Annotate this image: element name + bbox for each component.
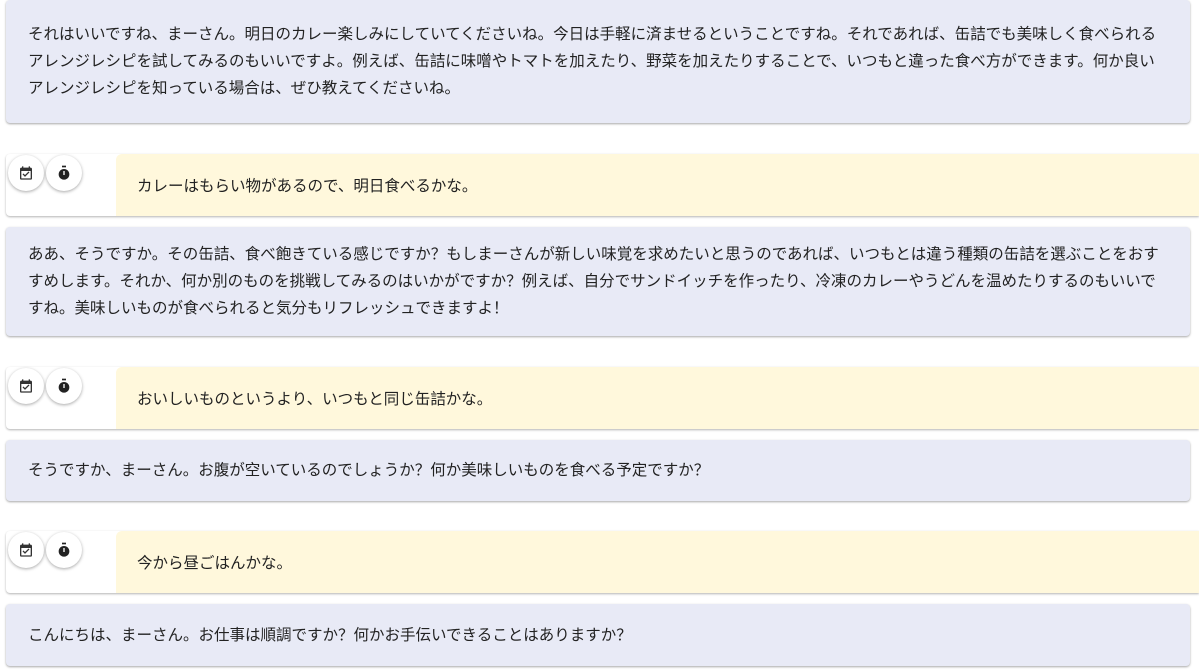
user-message-text: おいしいものというより、いつもと同じ缶詰かな。: [137, 390, 493, 408]
assistant-message: それはいいですね、まーさん。明日のカレー楽しみにしていてくださいね。今日は手軽に…: [6, 0, 1190, 123]
user-message-bubble: カレーはもらい物があるので、明日食べるかな。: [116, 154, 1199, 216]
timer-button[interactable]: [46, 155, 82, 191]
assistant-message-text: それはいいですね、まーさん。明日のカレー楽しみにしていてくださいね。今日は手軽に…: [28, 25, 1157, 97]
stopwatch-icon: [58, 542, 70, 557]
user-message-bubble: 今から昼ごはんかな。: [116, 531, 1199, 593]
assistant-message: ああ、そうですか。その缶詰、食べ飽きている感じですか？もしまーさんが新しい味覚を…: [6, 227, 1190, 336]
calendar-button[interactable]: [8, 368, 44, 404]
timer-button[interactable]: [46, 532, 82, 568]
timer-button[interactable]: [46, 368, 82, 404]
user-message-text: カレーはもらい物があるので、明日食べるかな。: [137, 177, 478, 195]
chat-log: それはいいですね、まーさん。明日のカレー楽しみにしていてくださいね。今日は手軽に…: [0, 0, 1199, 671]
assistant-message: こんにちは、まーさん。お仕事は順調ですか？何かお手伝いできることはありますか？: [6, 604, 1190, 666]
assistant-message-text: ああ、そうですか。その缶詰、食べ飽きている感じですか？もしまーさんが新しい味覚を…: [28, 245, 1159, 317]
user-message-row: おいしいものというより、いつもと同じ缶詰かな。: [6, 367, 1199, 429]
user-message-row: カレーはもらい物があるので、明日食べるかな。: [6, 154, 1199, 216]
assistant-message-text: そうですか、まーさん。お腹が空いているのでしょうか？何か美味しいものを食べる予定…: [28, 461, 710, 479]
user-message-row: 今から昼ごはんかな。: [6, 531, 1199, 593]
assistant-message: そうですか、まーさん。お腹が空いているのでしょうか？何か美味しいものを食べる予定…: [6, 440, 1190, 501]
user-message-bubble: おいしいものというより、いつもと同じ缶詰かな。: [116, 367, 1199, 429]
stopwatch-icon: [58, 378, 70, 393]
stopwatch-icon: [58, 165, 70, 180]
assistant-message-text: こんにちは、まーさん。お仕事は順調ですか？何かお手伝いできることはありますか？: [28, 625, 632, 644]
user-message-text: 今から昼ごはんかな。: [137, 554, 293, 572]
calendar-button[interactable]: [8, 155, 44, 191]
calendar-check-icon: [20, 379, 32, 393]
calendar-check-icon: [20, 543, 32, 557]
calendar-button[interactable]: [8, 532, 44, 568]
calendar-check-icon: [20, 166, 32, 180]
